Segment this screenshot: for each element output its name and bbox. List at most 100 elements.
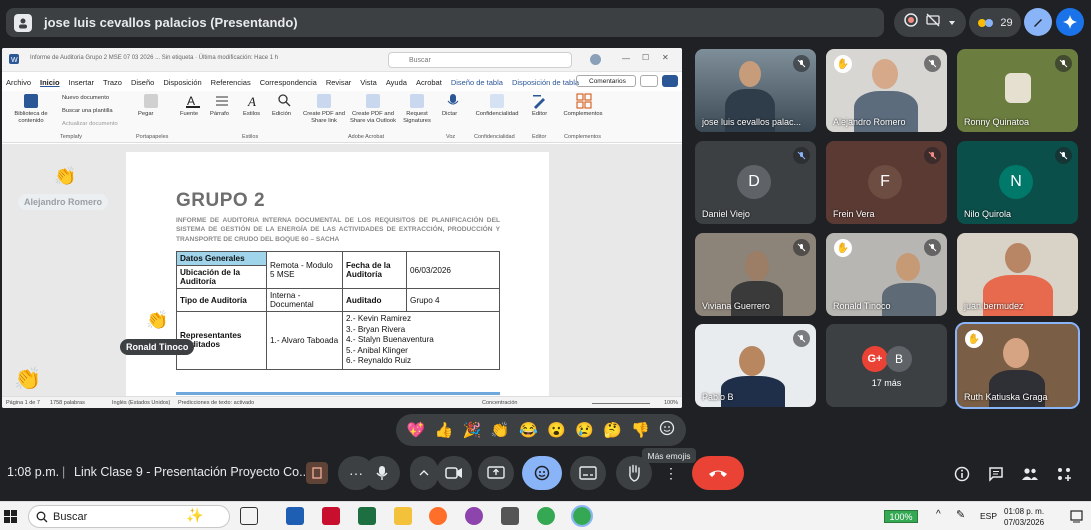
camera-button[interactable]: [436, 456, 472, 490]
chrome-icon[interactable]: [537, 507, 555, 525]
zoom-slider[interactable]: [592, 403, 650, 404]
gemini-button[interactable]: [1056, 8, 1084, 36]
menu-insertar[interactable]: Insertar: [69, 78, 94, 87]
reaction-clap[interactable]: 👏: [491, 421, 510, 439]
pen-tray-icon[interactable]: ✎: [956, 508, 965, 521]
menu-diseno[interactable]: Diseño: [131, 78, 154, 87]
meeting-info-icon[interactable]: [952, 464, 972, 484]
presenter-pill[interactable]: jose luis cevallos palacios (Presentando…: [6, 8, 884, 37]
participant-tile[interactable]: Ronny Quinatoa: [957, 49, 1078, 132]
create-pdf-outlook-label[interactable]: Create PDF and Share via Outlook: [348, 111, 398, 125]
chevron-down-icon[interactable]: [948, 14, 956, 32]
microphone-button[interactable]: [364, 456, 400, 490]
reactions-button[interactable]: [522, 456, 562, 490]
confidencialidad-label[interactable]: Confidencialidad: [472, 111, 522, 118]
participant-tile[interactable]: Pablo B: [695, 324, 816, 407]
reaction-thumbs-down[interactable]: 👎: [631, 421, 650, 439]
more-participants-tile[interactable]: G+ B 17 más: [826, 324, 947, 407]
menu-diseno-tabla[interactable]: Diseño de tabla: [451, 78, 503, 87]
participant-tile[interactable]: ✋ Alejandro Romero: [826, 49, 947, 132]
reaction-surprised[interactable]: 😮: [547, 421, 566, 439]
companion-mode-button[interactable]: [306, 462, 328, 484]
add-emoji-icon[interactable]: [659, 420, 675, 440]
reaction-thinking[interactable]: 🤔: [603, 421, 622, 439]
menu-trazo[interactable]: Trazo: [103, 78, 122, 87]
windows-start-icon[interactable]: [4, 510, 17, 523]
fuente-label[interactable]: Fuente: [180, 111, 198, 118]
participant-tile[interactable]: ✋ Ronald Tinoco: [826, 233, 947, 316]
menu-ayuda[interactable]: Ayuda: [386, 78, 407, 87]
menu-vista[interactable]: Vista: [360, 78, 377, 87]
taskbar-clock[interactable]: 01:08 p. m. 07/03/2026: [1004, 506, 1044, 528]
firefox-icon[interactable]: [429, 507, 447, 525]
create-pdf-link-label[interactable]: Create PDF and Share link: [302, 111, 346, 125]
menu-referencias[interactable]: Referencias: [211, 78, 251, 87]
comments-button[interactable]: Comentarios: [576, 75, 636, 87]
font-color-icon[interactable]: A: [185, 93, 201, 109]
paragraph-icon[interactable]: [215, 94, 229, 108]
estilos-label[interactable]: Estilos: [243, 111, 260, 118]
calculator-icon[interactable]: [501, 507, 519, 525]
maximize-icon[interactable]: ☐: [642, 53, 649, 62]
parrafo-label[interactable]: Párrafo: [210, 111, 229, 118]
participant-tile[interactable]: F Frein Vera: [826, 141, 947, 224]
menu-inicio[interactable]: Inicio: [40, 78, 60, 87]
activities-icon[interactable]: [1054, 464, 1074, 484]
nuevo-documento-label[interactable]: Nuevo documento: [62, 95, 109, 102]
outlook-icon[interactable]: [286, 507, 304, 525]
search-highlight-icon[interactable]: ✨: [186, 507, 203, 524]
chat-icon[interactable]: [986, 464, 1006, 484]
editor-icon[interactable]: [532, 93, 548, 109]
create-pdf-link-icon[interactable]: [317, 94, 331, 108]
chevron-up-icon[interactable]: ^: [936, 509, 941, 520]
edicion-label[interactable]: Edición: [272, 111, 291, 118]
editing-mode-button[interactable]: [640, 75, 658, 87]
styles-icon[interactable]: A: [246, 93, 262, 109]
pegar-label[interactable]: Pegar: [138, 111, 153, 118]
notification-icon[interactable]: [1070, 510, 1083, 523]
search-icon[interactable]: [277, 93, 291, 107]
menu-archivo[interactable]: Archivo: [6, 78, 31, 87]
menu-acrobat[interactable]: Acrobat: [416, 78, 442, 87]
recording-controls[interactable]: [894, 8, 966, 37]
request-signatures-icon[interactable]: [410, 94, 424, 108]
participant-tile-active-speaker[interactable]: ✋ Ruth Katiuska Graga: [955, 322, 1080, 409]
participant-tile[interactable]: D Daniel Viejo: [695, 141, 816, 224]
content-library-icon[interactable]: [24, 94, 38, 108]
photos-icon[interactable]: [465, 507, 483, 525]
participant-tile[interactable]: jose luis cevallos palac...: [695, 49, 816, 132]
paste-icon[interactable]: [144, 94, 158, 108]
end-call-button[interactable]: [692, 456, 744, 490]
share-button[interactable]: [662, 75, 678, 87]
menu-revisar[interactable]: Revisar: [326, 78, 351, 87]
people-icon[interactable]: [1020, 464, 1040, 484]
captions-button[interactable]: [570, 456, 606, 490]
complementos-label[interactable]: Complementos: [560, 111, 606, 118]
language-indicator[interactable]: ESP: [980, 511, 997, 521]
camera-options-button[interactable]: [410, 456, 438, 490]
menu-disposicion[interactable]: Disposición: [163, 78, 201, 87]
actualizar-documento-label[interactable]: Actualizar documento: [62, 121, 118, 128]
buscar-plantilla-label[interactable]: Buscar una plantilla: [62, 108, 113, 115]
participants-count-pill[interactable]: 29: [969, 8, 1021, 37]
reaction-heart[interactable]: 💖: [407, 421, 426, 439]
captions-off-icon[interactable]: [926, 13, 940, 32]
reaction-thumbs-up[interactable]: 👍: [435, 421, 454, 439]
present-button[interactable]: [478, 456, 514, 490]
participant-tile[interactable]: Viviana Guerrero: [695, 233, 816, 316]
participant-tile[interactable]: N Nilo Quirola: [957, 141, 1078, 224]
biblioteca-label[interactable]: Biblioteca de contenido: [8, 111, 54, 125]
create-pdf-outlook-icon[interactable]: [366, 94, 380, 108]
excel-icon[interactable]: [358, 507, 376, 525]
dictar-label[interactable]: Dictar: [442, 111, 457, 118]
minimize-icon[interactable]: —: [622, 54, 630, 63]
task-view-icon[interactable]: [240, 507, 258, 525]
sensitivity-icon[interactable]: [490, 94, 504, 108]
acrobat-icon[interactable]: [322, 507, 340, 525]
reaction-party[interactable]: 🎉: [463, 421, 482, 439]
raise-hand-button[interactable]: [616, 456, 652, 490]
record-icon[interactable]: [904, 13, 918, 32]
addins-icon[interactable]: [576, 93, 592, 109]
reaction-sad[interactable]: 😢: [575, 421, 594, 439]
file-explorer-icon[interactable]: [394, 507, 412, 525]
